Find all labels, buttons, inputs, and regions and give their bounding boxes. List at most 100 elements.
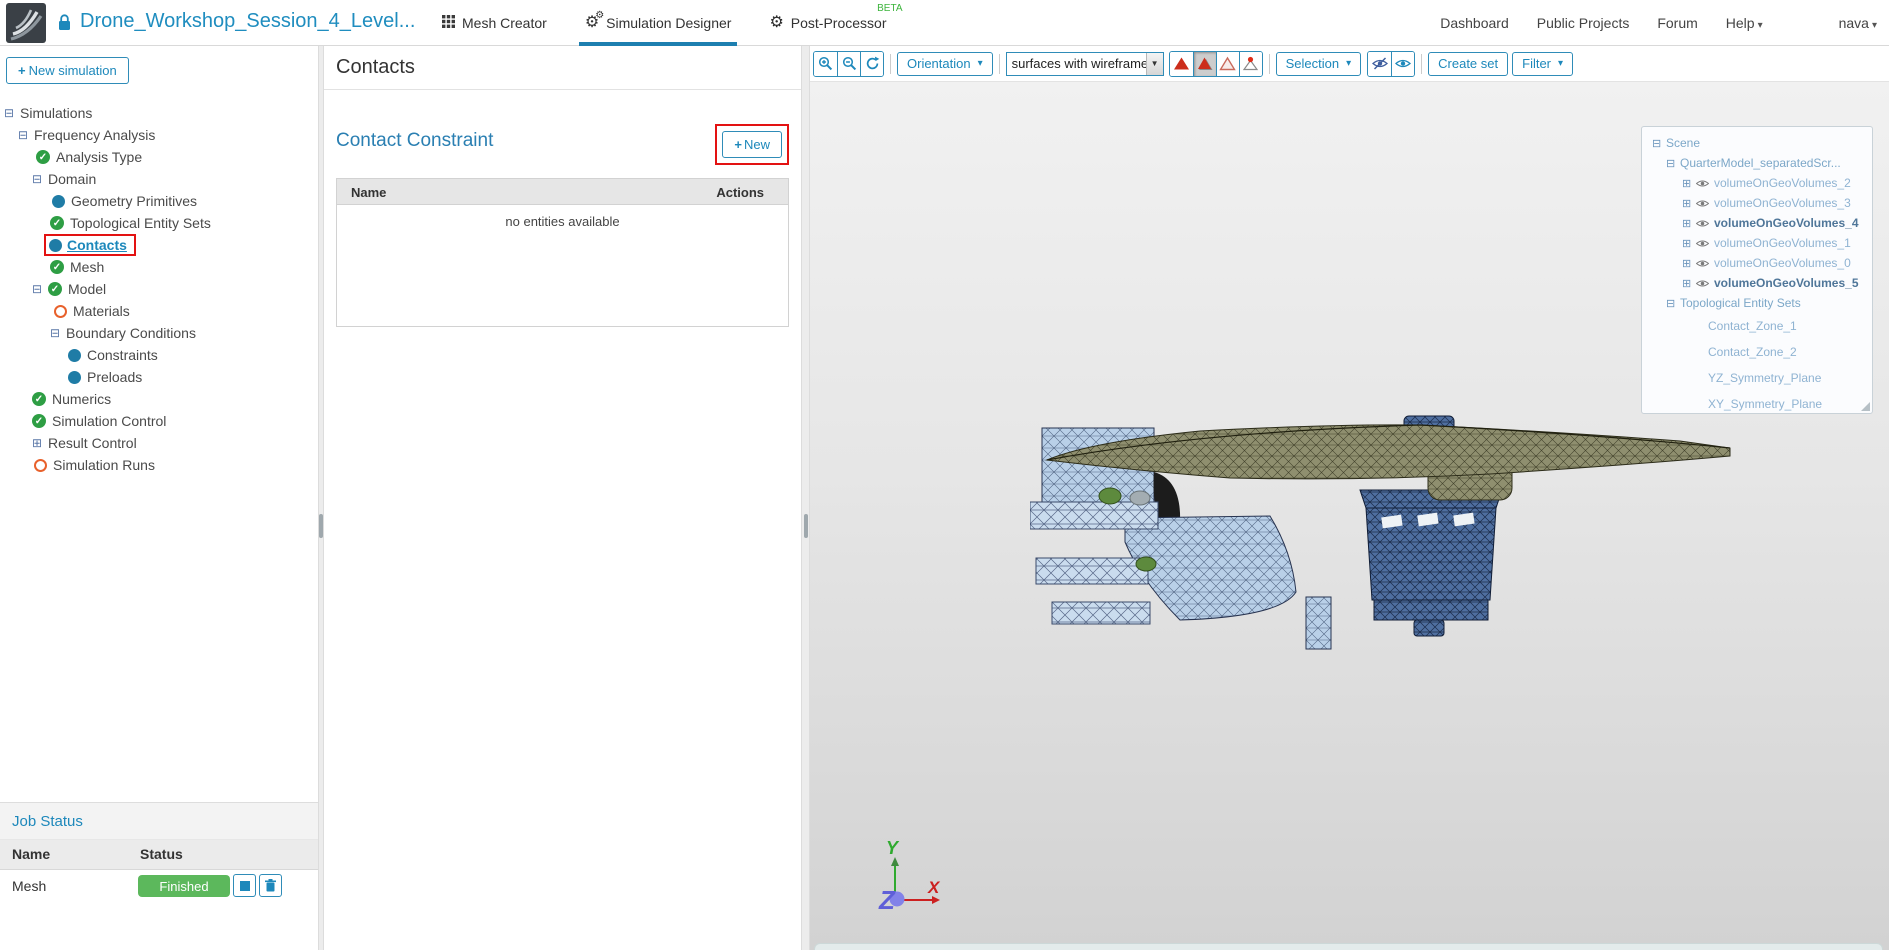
contacts-panel: Contacts Contact Constraint + New Name A…	[324, 46, 801, 950]
tree-item-contacts[interactable]: Contacts	[0, 234, 318, 256]
nav-help-menu[interactable]: Help▾	[1726, 15, 1763, 31]
scene-node-scene[interactable]: ⊟ Scene	[1650, 133, 1868, 153]
stop-job-button[interactable]	[233, 874, 256, 897]
tree-item-frequency-analysis[interactable]: ⊟ Frequency Analysis	[0, 124, 318, 146]
tree-item-result-control[interactable]: ⊞ Result Control	[0, 432, 318, 454]
scene-node-quartermodel[interactable]: ⊟ QuarterModel_separatedScr...	[1650, 153, 1868, 173]
panel-splitter[interactable]	[801, 46, 810, 950]
tree-item-simulations[interactable]: ⊟ Simulations	[0, 102, 318, 124]
zoom-out-button[interactable]	[837, 52, 860, 76]
filter-button[interactable]: Filter▾	[1512, 52, 1573, 76]
select-arrow-icon[interactable]: ▼	[1146, 53, 1163, 75]
app-logo-icon[interactable]	[6, 3, 46, 48]
nav-dashboard[interactable]: Dashboard	[1440, 15, 1509, 31]
scene-node-contact-zone-1[interactable]: Contact_Zone_1	[1650, 313, 1868, 339]
eye-icon[interactable]	[1696, 259, 1709, 268]
tree-item-preloads[interactable]: Preloads	[0, 366, 318, 388]
column-name: Name	[351, 185, 386, 200]
scene-node-contact-zone-2[interactable]: Contact_Zone_2	[1650, 339, 1868, 365]
collapse-icon[interactable]: ⊟	[50, 326, 66, 340]
user-menu[interactable]: nava▾	[1839, 15, 1877, 31]
tab-simulation-designer[interactable]: ⚙⚙ Simulation Designer	[583, 0, 734, 46]
tab-post-processor[interactable]: ⚙ Post-Processor BETA	[767, 0, 888, 46]
expand-icon[interactable]: ⊞	[1682, 217, 1696, 230]
panel-resize-handle[interactable]	[1861, 402, 1870, 411]
mesh-quality-shaded-button[interactable]	[1193, 52, 1216, 76]
collapse-icon[interactable]: ⊟	[1666, 157, 1680, 170]
hide-selection-button[interactable]	[1368, 52, 1391, 76]
expand-icon[interactable]: ⊞	[1682, 177, 1696, 190]
scene-node-volume-5[interactable]: ⊞ volumeOnGeoVolumes_5	[1650, 273, 1868, 293]
drone-mesh-model[interactable]	[1030, 412, 1740, 667]
pending-circle-icon	[34, 459, 47, 472]
tree-item-mesh[interactable]: Mesh	[0, 256, 318, 278]
scene-node-volume-0[interactable]: ⊞ volumeOnGeoVolumes_0	[1650, 253, 1868, 273]
new-simulation-button[interactable]: + New simulation	[6, 57, 129, 84]
new-contact-button[interactable]: + New	[722, 131, 782, 158]
orientation-button[interactable]: Orientation▾	[897, 52, 993, 76]
splitter-grip[interactable]	[319, 514, 323, 538]
eye-icon[interactable]	[1696, 179, 1709, 188]
tree-item-simulation-control[interactable]: Simulation Control	[0, 410, 318, 432]
scene-node-volume-4[interactable]: ⊞ volumeOnGeoVolumes_4	[1650, 213, 1868, 233]
scene-node-volume-1[interactable]: ⊞ volumeOnGeoVolumes_1	[1650, 233, 1868, 253]
job-name: Mesh	[12, 878, 46, 894]
tab-label: Simulation Designer	[606, 15, 731, 31]
show-all-button[interactable]	[1391, 52, 1414, 76]
eye-icon[interactable]	[1696, 219, 1709, 228]
collapse-icon[interactable]: ⊟	[32, 282, 48, 296]
mesh-quality-node-button[interactable]	[1239, 52, 1262, 76]
tree-item-domain[interactable]: ⊟ Domain	[0, 168, 318, 190]
tree-item-model[interactable]: ⊟ Model	[0, 278, 318, 300]
collapse-icon[interactable]: ⊟	[32, 172, 48, 186]
selection-button[interactable]: Selection▾	[1276, 52, 1362, 76]
refresh-view-button[interactable]	[860, 52, 883, 76]
tab-mesh-creator[interactable]: Mesh Creator	[440, 0, 549, 46]
expand-icon[interactable]: ⊞	[1682, 237, 1696, 250]
nav-public-projects[interactable]: Public Projects	[1537, 15, 1630, 31]
tree-item-topological-entity-sets[interactable]: Topological Entity Sets	[0, 212, 318, 234]
expand-icon[interactable]: ⊞	[1682, 197, 1696, 210]
tree-item-geometry-primitives[interactable]: Geometry Primitives	[0, 190, 318, 212]
check-icon	[32, 414, 46, 428]
expand-icon[interactable]: ⊞	[32, 436, 48, 450]
splitter-grip[interactable]	[804, 514, 808, 538]
eye-icon[interactable]	[1696, 279, 1709, 288]
zoom-in-button[interactable]	[814, 52, 837, 76]
tree-item-numerics[interactable]: Numerics	[0, 388, 318, 410]
scene-node-volume-2[interactable]: ⊞ volumeOnGeoVolumes_2	[1650, 173, 1868, 193]
create-set-button[interactable]: Create set	[1428, 52, 1508, 76]
tree-item-boundary-conditions[interactable]: ⊟ Boundary Conditions	[0, 322, 318, 344]
zoom-button-group	[813, 51, 884, 77]
3d-canvas[interactable]: ⊟ Scene ⊟ QuarterModel_separatedScr... ⊞…	[810, 82, 1889, 950]
collapse-icon[interactable]: ⊟	[1666, 297, 1680, 310]
delete-job-button[interactable]	[259, 874, 282, 897]
scene-node-topological-entity-sets[interactable]: ⊟ Topological Entity Sets	[1650, 293, 1868, 313]
scene-node-yz-symmetry-plane[interactable]: YZ_Symmetry_Plane	[1650, 365, 1868, 391]
tree-item-materials[interactable]: Materials	[0, 300, 318, 322]
nav-forum[interactable]: Forum	[1657, 15, 1697, 31]
project-title[interactable]: Drone_Workshop_Session_4_Level...	[80, 10, 415, 33]
scene-node-volume-3[interactable]: ⊞ volumeOnGeoVolumes_3	[1650, 193, 1868, 213]
simulation-tree-sidebar: + New simulation ⊟ Simulations ⊟ Frequen…	[0, 46, 318, 950]
tree-item-constraints[interactable]: Constraints	[0, 344, 318, 366]
column-actions: Actions	[716, 185, 764, 200]
mesh-quality-solid-button[interactable]	[1170, 52, 1193, 76]
horizontal-scrollbar[interactable]	[814, 943, 1883, 950]
z-axis-label: Z	[878, 885, 896, 915]
table-header-row: Name Actions	[336, 178, 789, 205]
tree-item-simulation-runs[interactable]: Simulation Runs	[0, 454, 318, 476]
render-mode-select[interactable]: surfaces with wireframe ▼	[1006, 52, 1164, 76]
collapse-icon[interactable]: ⊟	[4, 106, 20, 120]
mesh-quality-outline-button[interactable]	[1216, 52, 1239, 76]
expand-icon[interactable]: ⊞	[1682, 257, 1696, 270]
collapse-icon[interactable]: ⊟	[18, 128, 34, 142]
tab-label: Mesh Creator	[462, 15, 547, 31]
job-status-title: Job Status	[0, 802, 318, 840]
eye-icon[interactable]	[1696, 239, 1709, 248]
tree-item-analysis-type[interactable]: Analysis Type	[0, 146, 318, 168]
collapse-icon[interactable]: ⊟	[1652, 137, 1666, 150]
eye-icon[interactable]	[1696, 199, 1709, 208]
expand-icon[interactable]: ⊞	[1682, 277, 1696, 290]
zoom-out-icon	[842, 56, 857, 71]
